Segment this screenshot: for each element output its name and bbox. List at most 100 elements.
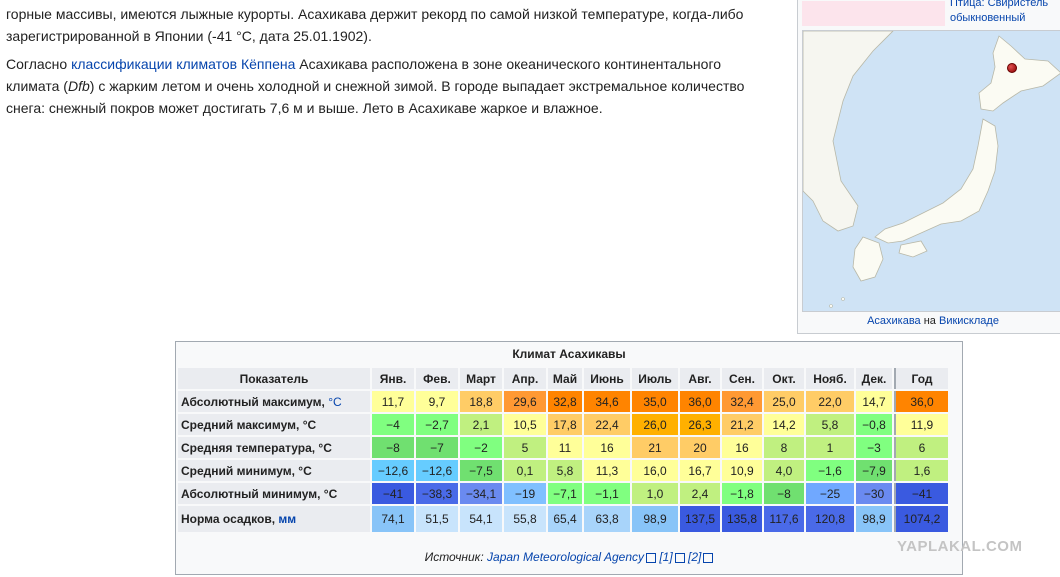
precipitation-row: Норма осадков, мм 74,1 51,5 54,1 55,8 65,4 63,… xyxy=(178,506,948,532)
data-cell: 54,1 xyxy=(460,506,502,532)
row-label-text: Средний минимум, °C xyxy=(181,463,312,478)
data-cell: 2,1 xyxy=(460,414,502,435)
unit-link[interactable]: мм xyxy=(278,512,296,526)
data-cell: −7,9 xyxy=(856,460,892,481)
data-cell: −7 xyxy=(416,437,458,458)
row-label-text: Абсолютный максимум, xyxy=(181,394,329,409)
data-cell: −4 xyxy=(372,414,414,435)
source-prefix: Источник: xyxy=(424,550,488,564)
japan-map[interactable] xyxy=(802,30,1060,312)
jma-link[interactable]: Japan Meteorological Agency xyxy=(487,550,644,564)
japan-map-svg xyxy=(803,31,1060,311)
data-cell: 14,2 xyxy=(764,414,804,435)
koppen-classification-link[interactable]: классификации климатов Кёппена xyxy=(71,56,295,72)
year-cell: 1,6 xyxy=(894,460,948,481)
row-label-text: Абсолютный минимум, °C xyxy=(181,486,338,501)
year-cell: 36,0 xyxy=(894,391,948,412)
data-cell: 9,7 xyxy=(416,391,458,412)
data-cell: 5 xyxy=(504,437,546,458)
data-cell: 98,9 xyxy=(632,506,678,532)
data-cell: −1,1 xyxy=(584,483,630,504)
data-cell: 16,7 xyxy=(680,460,720,481)
data-cell: 55,8 xyxy=(504,506,546,532)
month-header: Авг. xyxy=(680,368,720,389)
data-cell: 135,8 xyxy=(722,506,762,532)
data-cell: 32,8 xyxy=(548,391,582,412)
data-cell: 26,3 xyxy=(680,414,720,435)
row-label: Абсолютный минимум, °C xyxy=(178,483,370,504)
dfb-code: Dfb xyxy=(67,78,90,94)
data-cell: −25 xyxy=(806,483,854,504)
row-label: Средний максимум, °C xyxy=(178,414,370,435)
asahikawa-link[interactable]: Асахикава xyxy=(867,315,921,327)
ref-2-link[interactable]: [2] xyxy=(688,550,701,564)
row-label-text: Средний максимум, °C xyxy=(181,417,317,432)
bird-line-2: обыкновенный xyxy=(950,12,1026,24)
data-cell: 65,4 xyxy=(548,506,582,532)
climate-table-title: Климат Асахикавы xyxy=(512,347,626,361)
climate-header-row: Показатель Янв. Фев. Март Апр. Май Июнь Июль Ав… xyxy=(178,368,948,389)
data-cell: 21,2 xyxy=(722,414,762,435)
data-cell: −7,1 xyxy=(548,483,582,504)
data-cell: 16 xyxy=(584,437,630,458)
data-cell: 11,7 xyxy=(372,391,414,412)
data-cell: −8 xyxy=(764,483,804,504)
month-header: Нояб. xyxy=(806,368,854,389)
climate-table: Климат Асахикавы Показатель Янв. Фев. Март… xyxy=(175,341,963,575)
location-marker-icon xyxy=(1007,63,1017,73)
data-cell: −1,6 xyxy=(806,460,854,481)
data-cell: −2 xyxy=(460,437,502,458)
data-cell: 1 xyxy=(806,437,854,458)
data-cell: −41 xyxy=(372,483,414,504)
data-cell: 20 xyxy=(680,437,720,458)
data-cell: −3 xyxy=(856,437,892,458)
data-cell: 117,6 xyxy=(764,506,804,532)
data-cell: 5,8 xyxy=(548,460,582,481)
month-header: Фев. xyxy=(416,368,458,389)
year-cell: −41 xyxy=(894,483,948,504)
temperature-row: Средний максимум, °C −4 −2,7 2,1 10,5 17,8 22,… xyxy=(178,414,948,435)
climate-body: Абсолютный максимум, °C 11,7 9,7 18,8 29,6 32… xyxy=(178,391,948,532)
data-cell: 32,4 xyxy=(722,391,762,412)
article-paragraph-1: горные массивы, имеются лыжные курорты. … xyxy=(6,6,744,44)
external-link-icon xyxy=(703,552,714,563)
year-cell: 6 xyxy=(894,437,948,458)
infobox-caption: Асахикава на Викискладе xyxy=(798,315,1060,327)
row-label: Норма осадков, мм xyxy=(178,506,370,532)
data-cell: −34,1 xyxy=(460,483,502,504)
data-cell: 2,4 xyxy=(680,483,720,504)
climate-grid: Показатель Янв. Фев. Март Апр. Май Июнь Июль Ав… xyxy=(176,366,950,534)
year-cell: 11,9 xyxy=(894,414,948,435)
data-cell: 34,6 xyxy=(584,391,630,412)
month-header: Апр. xyxy=(504,368,546,389)
year-cell: 1074,2 xyxy=(894,506,948,532)
external-link-icon xyxy=(646,552,656,563)
ref-1-link[interactable]: [1] xyxy=(659,550,672,564)
data-cell: −8 xyxy=(372,437,414,458)
wikimedia-commons-link[interactable]: Викискладе xyxy=(939,315,999,327)
data-cell: 10,9 xyxy=(722,460,762,481)
watermark: YAPLAKAL.COM xyxy=(897,538,1023,555)
data-cell: −19 xyxy=(504,483,546,504)
unit-link[interactable]: °C xyxy=(328,395,341,409)
row-label: Средний минимум, °C xyxy=(178,460,370,481)
data-cell: 18,8 xyxy=(460,391,502,412)
data-cell: −7,5 xyxy=(460,460,502,481)
data-cell: 63,8 xyxy=(584,506,630,532)
data-cell: 51,5 xyxy=(416,506,458,532)
bird-link[interactable]: Птица: Свиристель обыкновенный xyxy=(950,0,1048,26)
data-cell: −12,6 xyxy=(416,460,458,481)
data-cell: 26,0 xyxy=(632,414,678,435)
data-cell: 11,3 xyxy=(584,460,630,481)
data-cell: 137,5 xyxy=(680,506,720,532)
article-paragraph-2: Согласно классификации климатов Кёппена … xyxy=(6,53,776,119)
data-cell: −2,7 xyxy=(416,414,458,435)
data-cell: 10,5 xyxy=(504,414,546,435)
row-label-text: Норма осадков, xyxy=(181,512,279,526)
month-header: Окт. xyxy=(764,368,804,389)
climate-source: Источник: Japan Meteorological Agency [1… xyxy=(176,550,962,564)
temperature-row: Абсолютный максимум, °C 11,7 9,7 18,8 29,6 32… xyxy=(178,391,948,412)
data-cell: −38,3 xyxy=(416,483,458,504)
data-cell: 74,1 xyxy=(372,506,414,532)
caption-mid: на xyxy=(920,315,939,327)
